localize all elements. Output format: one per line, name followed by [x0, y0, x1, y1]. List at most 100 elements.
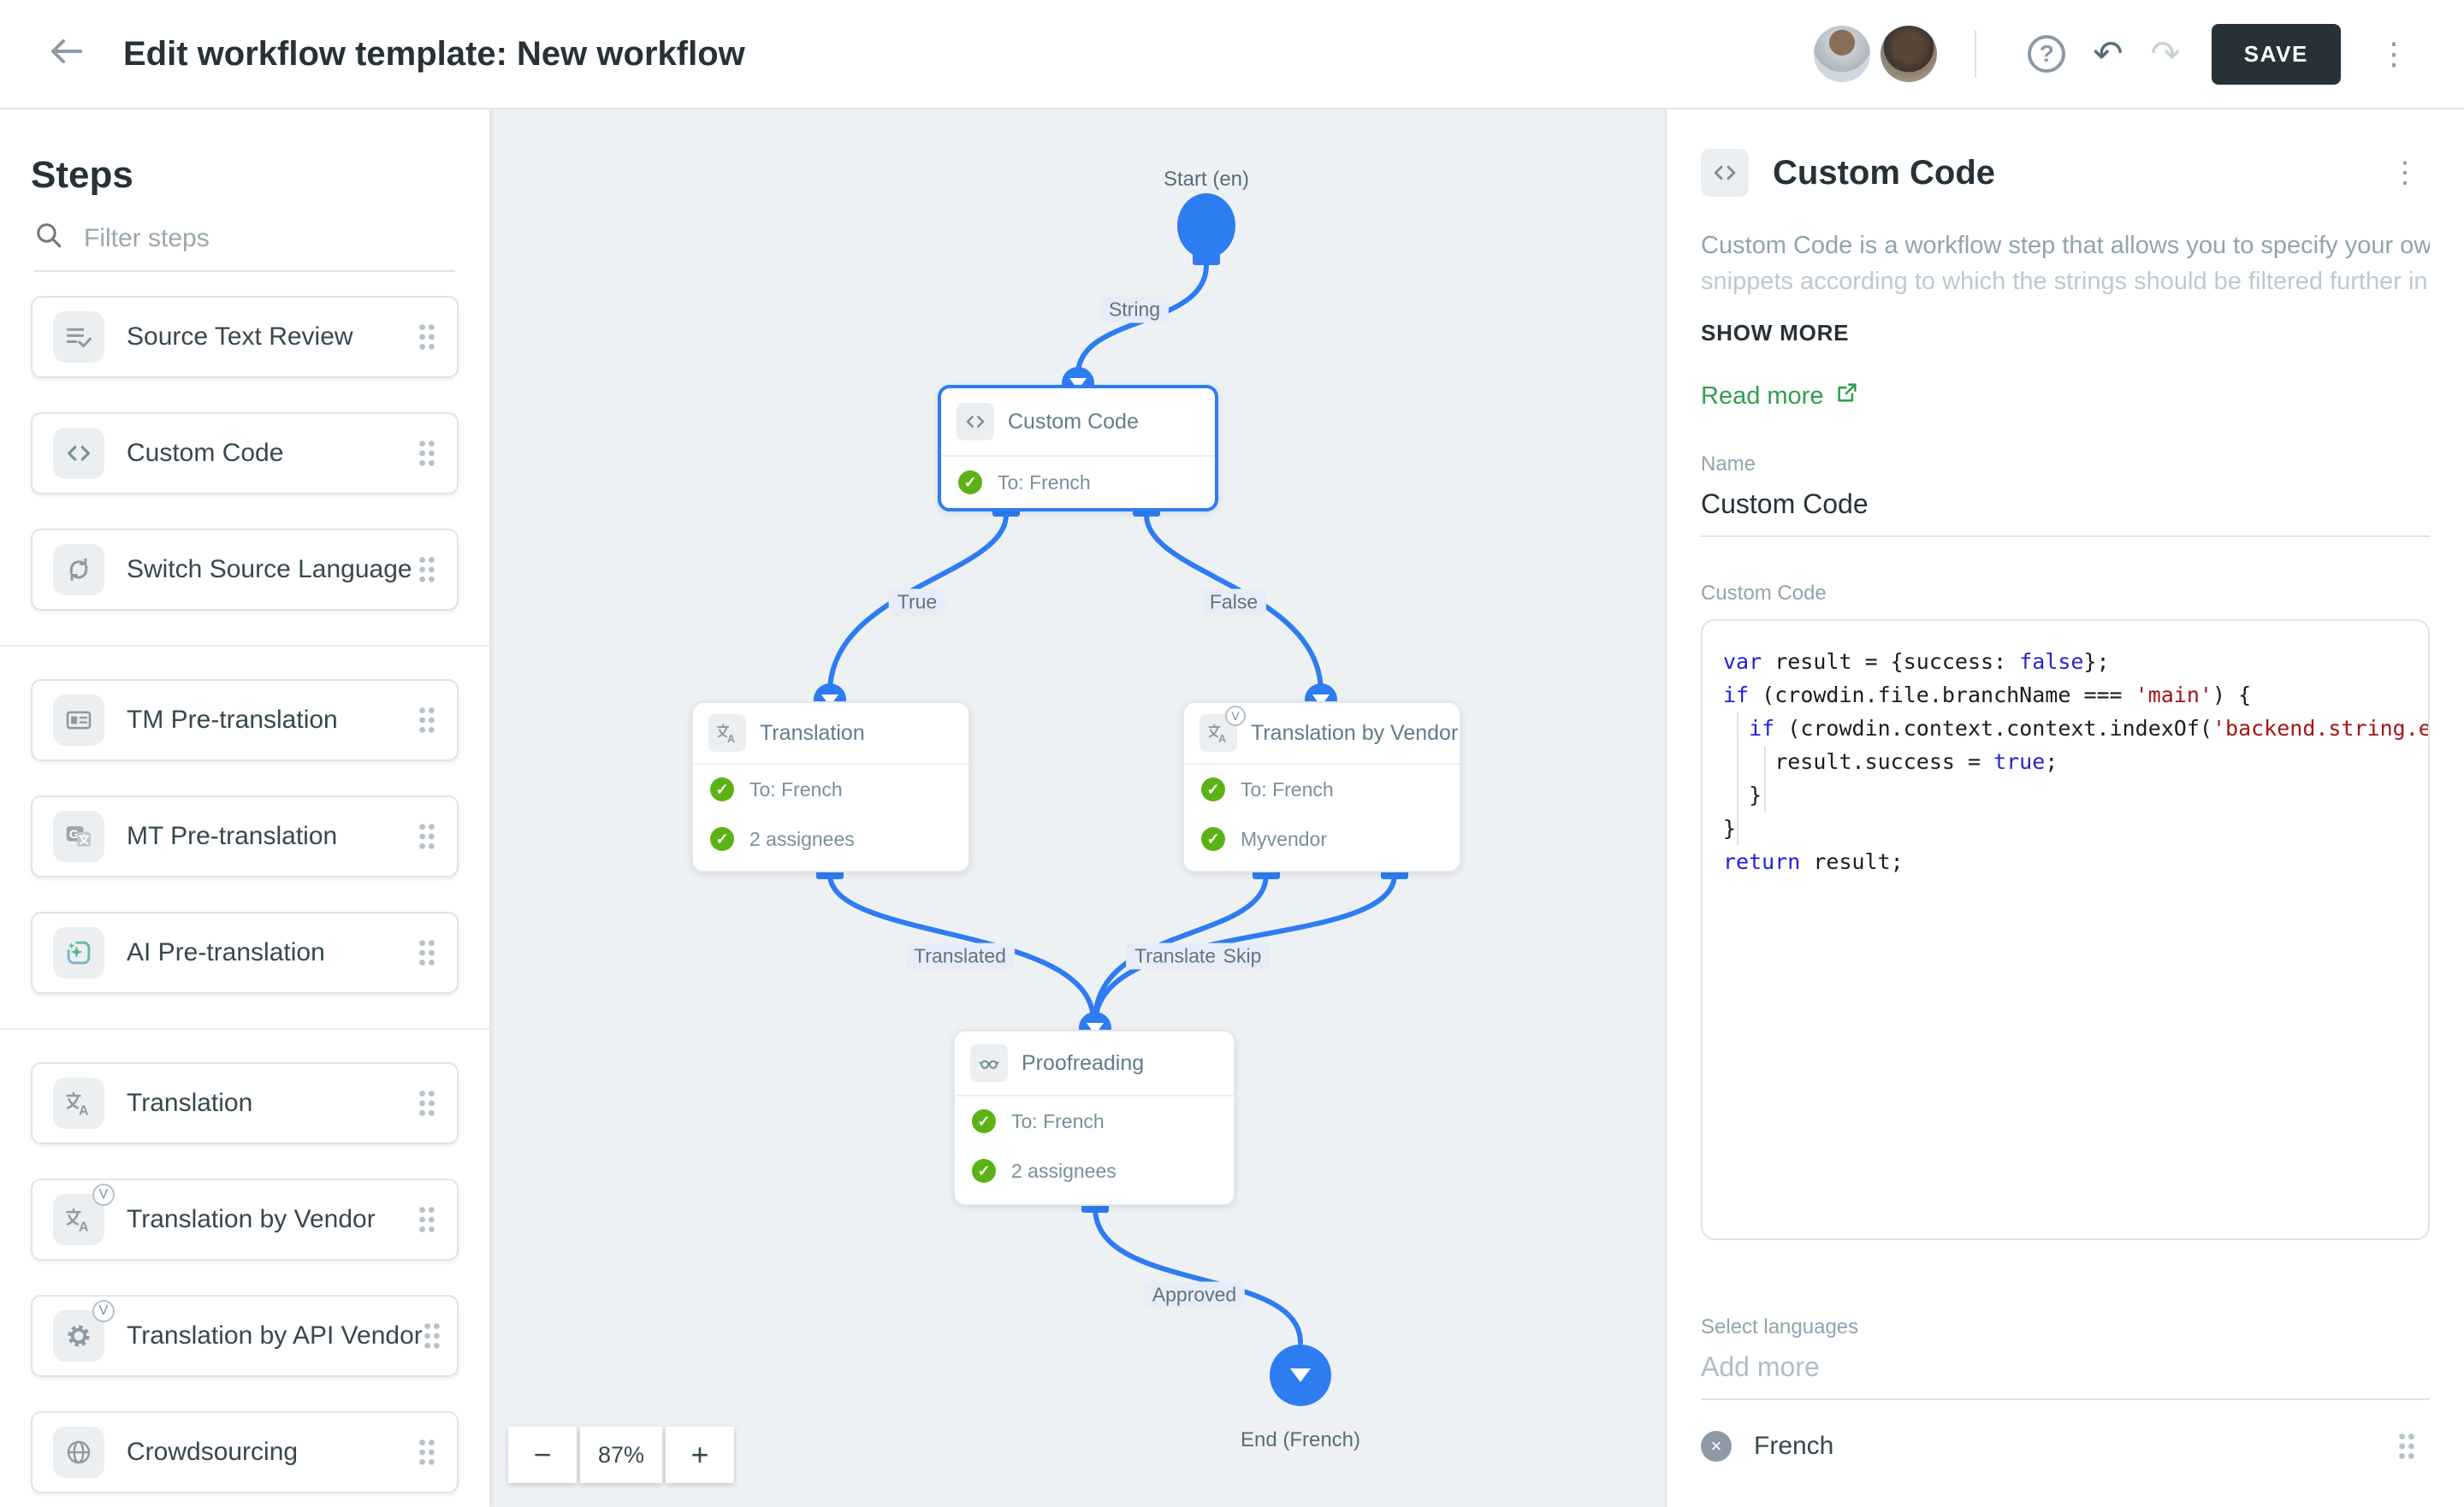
check-icon: ✓	[710, 827, 734, 851]
avatar[interactable]	[1814, 26, 1870, 82]
step-card-mt-pre-translation[interactable]: GMT Pre-translation	[31, 795, 459, 878]
workflow-editor-app: Edit workflow template: New workflow ? ↶…	[0, 0, 2464, 1507]
ai-pre-translation-icon	[53, 927, 104, 978]
step-card-source-text-review[interactable]: Source Text Review	[31, 296, 459, 378]
undo-button[interactable]: ↶	[2079, 29, 2136, 79]
drag-handle-icon[interactable]	[418, 555, 436, 584]
kebab-icon: ⋮	[2390, 157, 2420, 189]
step-card-translation-by-vendor[interactable]: AVTranslation by Vendor	[31, 1179, 459, 1261]
avatar[interactable]	[1881, 26, 1937, 82]
step-label: Translation	[127, 1089, 252, 1118]
back-button[interactable]	[41, 29, 92, 80]
redo-button[interactable]: ↷	[2137, 29, 2194, 79]
show-more-button[interactable]: SHOW MORE	[1701, 320, 1849, 346]
edge-label-true: True	[889, 589, 945, 616]
drag-handle-icon[interactable]	[2397, 1432, 2416, 1461]
code-editor[interactable]: var result = {success: false};if (crowdi…	[1701, 619, 2430, 1240]
step-card-translation-by-api-vendor[interactable]: V Translation by API Vendor	[31, 1295, 459, 1377]
code-line: }	[1723, 778, 2408, 812]
sidebar-title: Steps	[31, 154, 459, 197]
add-language-input[interactable]: Add more	[1701, 1351, 2430, 1400]
svg-text:A: A	[79, 1220, 89, 1235]
zoom-level: 87%	[580, 1427, 662, 1483]
step-label: MT Pre-translation	[127, 822, 337, 851]
canvas-node-translation[interactable]: A Translation ✓To: French ✓2 assignees	[691, 701, 970, 872]
canvas-node-translation-by-vendor[interactable]: AV Translation by Vendor ✓To: French ✓My…	[1182, 701, 1461, 872]
end-node[interactable]	[1270, 1344, 1331, 1406]
drag-handle-icon[interactable]	[418, 439, 436, 468]
check-icon: ✓	[958, 470, 982, 494]
step-description: Custom Code is a workflow step that allo…	[1701, 228, 2430, 299]
panel-menu-button[interactable]: ⋮	[2380, 149, 2430, 197]
zoom-in-button[interactable]: +	[666, 1427, 734, 1483]
step-card-switch-source-language[interactable]: Switch Source Language	[31, 529, 459, 611]
start-node[interactable]	[1177, 193, 1235, 265]
code-field-label: Custom Code	[1701, 582, 2430, 606]
edge-label-approved: Approved	[1144, 1282, 1245, 1309]
drag-handle-icon[interactable]	[418, 322, 436, 352]
filter-steps-input[interactable]	[80, 222, 455, 255]
step-label: Crowdsourcing	[127, 1438, 298, 1467]
globe-icon	[53, 1427, 104, 1478]
workflow-edges-layer	[489, 109, 1665, 1507]
custom-code-icon	[957, 403, 994, 440]
header: Edit workflow template: New workflow ? ↶…	[0, 0, 2464, 109]
translation-icon: A	[708, 714, 746, 752]
start-node-label: Start (en)	[1164, 168, 1249, 192]
step-list: Source Text Review Custom Code Switch Sour…	[0, 296, 489, 1493]
drag-handle-icon[interactable]	[418, 1438, 436, 1467]
edge-label-skip: Skip	[1215, 943, 1270, 970]
canvas-node-proofreading[interactable]: Proofreading ✓To: French ✓2 assignees	[953, 1030, 1235, 1206]
step-card-custom-code[interactable]: Custom Code	[31, 412, 459, 494]
name-field-value[interactable]: Custom Code	[1701, 488, 2430, 537]
canvas-node-custom-code[interactable]: Custom Code ✓ To: French	[938, 385, 1218, 511]
drag-handle-icon[interactable]	[418, 938, 436, 967]
vendor-badge: V	[92, 1184, 115, 1206]
close-icon: ×	[1711, 1435, 1722, 1457]
check-icon: ✓	[972, 1159, 996, 1183]
zoom-out-button[interactable]: −	[508, 1427, 577, 1483]
filter-steps-field[interactable]	[34, 221, 455, 272]
step-card-ai-pre-translation[interactable]: AI Pre-translation	[31, 912, 459, 994]
help-button[interactable]: ?	[2014, 28, 2079, 80]
indent-guide	[1764, 746, 1766, 813]
search-icon	[34, 221, 80, 257]
vendor-badge: V	[1225, 706, 1246, 726]
drag-handle-icon[interactable]	[423, 1321, 441, 1350]
code-line: if (crowdin.file.branchName === 'main') …	[1723, 678, 2408, 712]
drag-handle-icon[interactable]	[418, 1205, 436, 1234]
gear-icon: V	[53, 1310, 104, 1362]
step-card-crowdsourcing[interactable]: Crowdsourcing	[31, 1411, 459, 1493]
header-actions: ? ↶ ↷ SAVE ⋮	[1814, 24, 2423, 85]
remove-language-button[interactable]: ×	[1701, 1431, 1732, 1462]
translation-vendor-icon: AV	[1199, 714, 1237, 752]
drag-handle-icon[interactable]	[418, 706, 436, 735]
source-text-review-icon	[53, 311, 104, 363]
code-line: result.success = true;	[1723, 745, 2408, 778]
code-line: var result = {success: false};	[1723, 645, 2408, 678]
read-more-link[interactable]: Read more	[1701, 381, 1859, 411]
undo-icon: ↶	[2093, 36, 2123, 72]
step-label: TM Pre-translation	[127, 706, 338, 735]
check-icon: ✓	[972, 1109, 996, 1133]
header-menu-button[interactable]: ⋮	[2365, 32, 2423, 76]
code-line: }	[1723, 812, 2408, 845]
step-card-tm-pre-translation[interactable]: TM Pre-translation	[31, 679, 459, 761]
workflow-canvas[interactable]: Start (en) End (French) String True Fals…	[489, 109, 1665, 1507]
svg-text:A: A	[727, 733, 735, 745]
edge-approved	[1095, 1208, 1300, 1343]
step-label: Switch Source Language	[127, 555, 412, 584]
code-line: if (crowdin.context.context.indexOf('bac…	[1723, 712, 2408, 745]
step-label: Translation by API Vendor	[127, 1321, 423, 1350]
edge-label-translated: Translated	[905, 943, 1015, 970]
drag-handle-icon[interactable]	[418, 822, 436, 851]
save-button[interactable]: SAVE	[2212, 24, 2341, 85]
glasses-icon	[970, 1044, 1008, 1082]
page-title: Edit workflow template: New workflow	[123, 35, 745, 74]
panel-title: Custom Code	[1773, 154, 1995, 192]
drag-handle-icon[interactable]	[418, 1089, 436, 1118]
inspector-panel: Custom Code ⋮ Custom Code is a workflow …	[1665, 109, 2464, 1507]
step-card-translation[interactable]: ATranslation	[31, 1062, 459, 1144]
step-label: AI Pre-translation	[127, 938, 325, 967]
code-line: return result;	[1723, 845, 2408, 878]
